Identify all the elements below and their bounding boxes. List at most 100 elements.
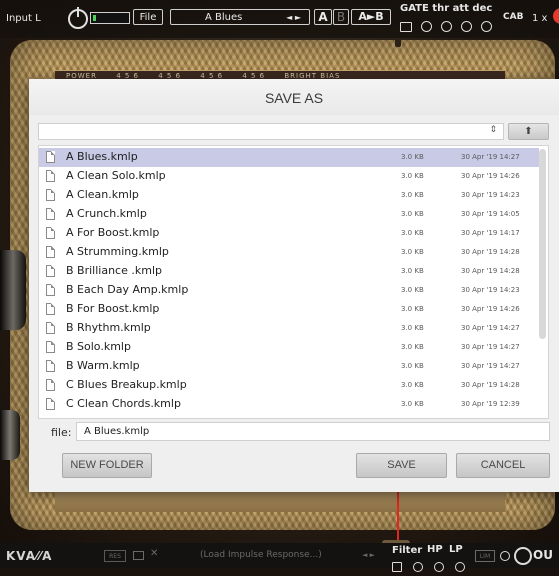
file-date: 30 Apr '19 14:17 bbox=[461, 229, 520, 237]
file-row[interactable]: B Solo.kmlp 3.0 KB 30 Apr '19 14:27 bbox=[39, 338, 539, 357]
highpass-label: HP bbox=[427, 544, 443, 555]
file-row[interactable]: B Brilliance .kmlp 3.0 KB 30 Apr '19 14:… bbox=[39, 262, 539, 281]
file-name: A Clean Solo.kmlp bbox=[66, 169, 166, 182]
file-size: 3.0 KB bbox=[401, 210, 424, 218]
brand-logo: KVA⁄⁄A bbox=[6, 549, 53, 563]
ir-prev-next-icon[interactable]: ◄ ► bbox=[362, 551, 375, 559]
file-row[interactable]: A Clean.kmlp 3.0 KB 30 Apr '19 14:23 bbox=[39, 186, 539, 205]
document-icon bbox=[46, 398, 55, 410]
file-size: 3.0 KB bbox=[401, 343, 424, 351]
file-date: 30 Apr '19 12:39 bbox=[461, 400, 520, 408]
updown-arrows-icon: ⇕ bbox=[489, 125, 497, 135]
slot-b-button[interactable]: B bbox=[333, 9, 349, 25]
file-size: 3.0 KB bbox=[401, 267, 424, 275]
file-name: C Clean Chords.kmlp bbox=[66, 397, 181, 410]
folder-path-select[interactable]: ⇕ bbox=[38, 123, 504, 140]
folder-icon[interactable] bbox=[133, 551, 144, 560]
file-row[interactable]: A Crunch.kmlp 3.0 KB 30 Apr '19 14:05 bbox=[39, 205, 539, 224]
preset-selector[interactable]: A Blues ◄ ► bbox=[170, 9, 310, 25]
up-arrow-icon: ⬆ bbox=[524, 126, 533, 137]
highpass-knob-icon[interactable] bbox=[434, 562, 445, 572]
file-date: 30 Apr '19 14:26 bbox=[461, 305, 520, 313]
file-row[interactable]: C Clean Chords.kmlp 3.0 KB 30 Apr '19 12… bbox=[39, 395, 539, 414]
close-icon[interactable]: ✕ bbox=[150, 548, 158, 559]
gate-controls bbox=[400, 17, 496, 36]
cab-toggle[interactable]: CAB bbox=[503, 12, 523, 22]
file-row[interactable]: B For Boost.kmlp 3.0 KB 30 Apr '19 14:26 bbox=[39, 300, 539, 319]
file-name: B For Boost.kmlp bbox=[66, 302, 160, 315]
document-icon bbox=[46, 170, 55, 182]
cable bbox=[397, 488, 399, 544]
document-icon bbox=[46, 303, 55, 315]
file-date: 30 Apr '19 14:28 bbox=[461, 248, 520, 256]
top-toolbar: Input L File A Blues ◄ ► A B A►B GATE th… bbox=[0, 0, 559, 38]
document-icon bbox=[46, 284, 55, 296]
file-list-scrollbar[interactable] bbox=[539, 149, 546, 339]
file-date: 30 Apr '19 14:27 bbox=[461, 153, 520, 161]
document-icon bbox=[46, 189, 55, 201]
new-folder-button[interactable]: NEW FOLDER bbox=[62, 453, 152, 478]
copy-a-to-b-button[interactable]: A►B bbox=[351, 9, 391, 25]
document-icon bbox=[46, 341, 55, 353]
input-level-meter bbox=[90, 12, 130, 24]
file-size: 3.0 KB bbox=[401, 381, 424, 389]
power-button-icon[interactable] bbox=[553, 8, 559, 24]
file-date: 30 Apr '19 14:27 bbox=[461, 362, 520, 370]
file-date: 30 Apr '19 14:05 bbox=[461, 210, 520, 218]
input-gain-knob-icon[interactable] bbox=[68, 7, 88, 29]
document-icon bbox=[46, 151, 55, 163]
file-name: B Each Day Amp.kmlp bbox=[66, 283, 189, 296]
file-name: A Blues.kmlp bbox=[66, 150, 138, 163]
file-row[interactable]: B Each Day Amp.kmlp 3.0 KB 30 Apr '19 14… bbox=[39, 281, 539, 300]
gate-led-icon bbox=[421, 21, 433, 32]
file-size: 3.0 KB bbox=[401, 191, 424, 199]
file-list[interactable]: A Blues.kmlp 3.0 KB 30 Apr '19 14:27 A C… bbox=[38, 145, 549, 419]
document-icon bbox=[46, 379, 55, 391]
save-button[interactable]: SAVE bbox=[356, 453, 447, 478]
file-menu-button[interactable]: File bbox=[133, 9, 163, 25]
file-row[interactable]: A Strumming.kmlp 3.0 KB 30 Apr '19 14:28 bbox=[39, 243, 539, 262]
file-row[interactable]: C Blues Breakup.kmlp 3.0 KB 30 Apr '19 1… bbox=[39, 376, 539, 395]
file-row[interactable]: A For Boost.kmlp 3.0 KB 30 Apr '19 14:17 bbox=[39, 224, 539, 243]
file-field-label: file: bbox=[51, 426, 72, 439]
file-size: 3.0 KB bbox=[401, 248, 424, 256]
file-date: 30 Apr '19 14:27 bbox=[461, 324, 520, 332]
file-row[interactable]: B Warm.kmlp 3.0 KB 30 Apr '19 14:27 bbox=[39, 357, 539, 376]
file-name: A Crunch.kmlp bbox=[66, 207, 147, 220]
gate-attack-knob-icon[interactable] bbox=[461, 21, 473, 32]
file-size: 3.0 KB bbox=[401, 172, 424, 180]
file-name: B Solo.kmlp bbox=[66, 340, 131, 353]
preset-name: A Blues bbox=[205, 12, 243, 23]
file-name: B Rhythm.kmlp bbox=[66, 321, 151, 334]
gate-threshold-knob-icon[interactable] bbox=[441, 21, 453, 32]
parent-folder-button[interactable]: ⬆ bbox=[508, 123, 549, 140]
limiter-toggle[interactable]: LIM bbox=[475, 550, 495, 562]
preset-prev-next-icon[interactable]: ◄ ► bbox=[286, 10, 301, 26]
load-impulse-response[interactable]: (Load Impulse Response...) bbox=[200, 550, 322, 560]
output-knob-icon[interactable] bbox=[514, 547, 532, 565]
slot-a-button[interactable]: A bbox=[314, 9, 332, 25]
filter-controls bbox=[392, 557, 471, 576]
input-channel-label[interactable]: Input L bbox=[6, 13, 41, 24]
microphone bbox=[0, 250, 26, 330]
cancel-button[interactable]: CANCEL bbox=[456, 453, 550, 478]
document-icon bbox=[46, 227, 55, 239]
gate-toggle[interactable] bbox=[400, 22, 412, 32]
resonance-toggle[interactable]: RES bbox=[104, 550, 126, 562]
file-size: 3.0 KB bbox=[401, 229, 424, 237]
document-icon bbox=[46, 246, 55, 258]
file-row[interactable]: A Clean Solo.kmlp 3.0 KB 30 Apr '19 14:2… bbox=[39, 167, 539, 186]
file-name-input[interactable]: A Blues.kmlp bbox=[76, 422, 550, 441]
file-row[interactable]: A Blues.kmlp 3.0 KB 30 Apr '19 14:27 bbox=[39, 148, 539, 167]
zoom-selector[interactable]: 1 x bbox=[532, 13, 547, 24]
amp-bottom-trim bbox=[55, 490, 505, 512]
filter-label: Filter bbox=[392, 545, 423, 556]
file-row[interactable]: B Rhythm.kmlp 3.0 KB 30 Apr '19 14:27 bbox=[39, 319, 539, 338]
file-name: B Brilliance .kmlp bbox=[66, 264, 162, 277]
file-date: 30 Apr '19 14:26 bbox=[461, 172, 520, 180]
file-name: A Strumming.kmlp bbox=[66, 245, 169, 258]
gate-label: GATE thr att dec bbox=[400, 3, 493, 14]
gate-decay-knob-icon[interactable] bbox=[481, 21, 493, 32]
filter-toggle[interactable] bbox=[392, 562, 402, 572]
lowpass-knob-icon[interactable] bbox=[455, 562, 466, 572]
